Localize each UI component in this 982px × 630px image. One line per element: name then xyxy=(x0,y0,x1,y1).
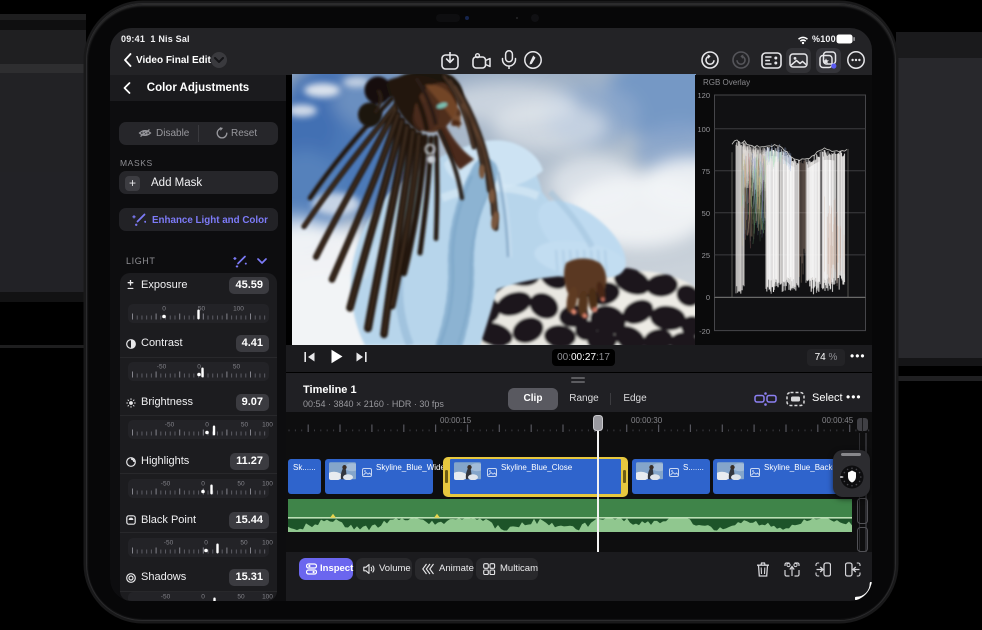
svg-text:-50: -50 xyxy=(163,539,173,546)
svg-text:0: 0 xyxy=(197,363,201,370)
svg-text:-50: -50 xyxy=(164,422,174,429)
svg-text:50: 50 xyxy=(237,593,245,600)
svg-text:0: 0 xyxy=(201,481,205,488)
svg-text:100: 100 xyxy=(262,539,273,546)
svg-text:100: 100 xyxy=(262,481,273,488)
svg-text:0: 0 xyxy=(204,539,208,546)
svg-text:0: 0 xyxy=(162,306,166,313)
svg-text:0: 0 xyxy=(205,422,209,429)
svg-text:50: 50 xyxy=(237,481,245,488)
svg-text:100: 100 xyxy=(262,593,273,600)
svg-text:50: 50 xyxy=(240,539,248,546)
svg-text:0: 0 xyxy=(201,593,205,600)
svg-text:50: 50 xyxy=(240,422,248,429)
svg-text:100: 100 xyxy=(233,306,244,313)
svg-text:-50: -50 xyxy=(156,363,166,370)
svg-text:-50: -50 xyxy=(160,593,170,600)
svg-text:-50: -50 xyxy=(160,481,170,488)
svg-text:100: 100 xyxy=(262,422,273,429)
svg-text:50: 50 xyxy=(232,363,240,370)
